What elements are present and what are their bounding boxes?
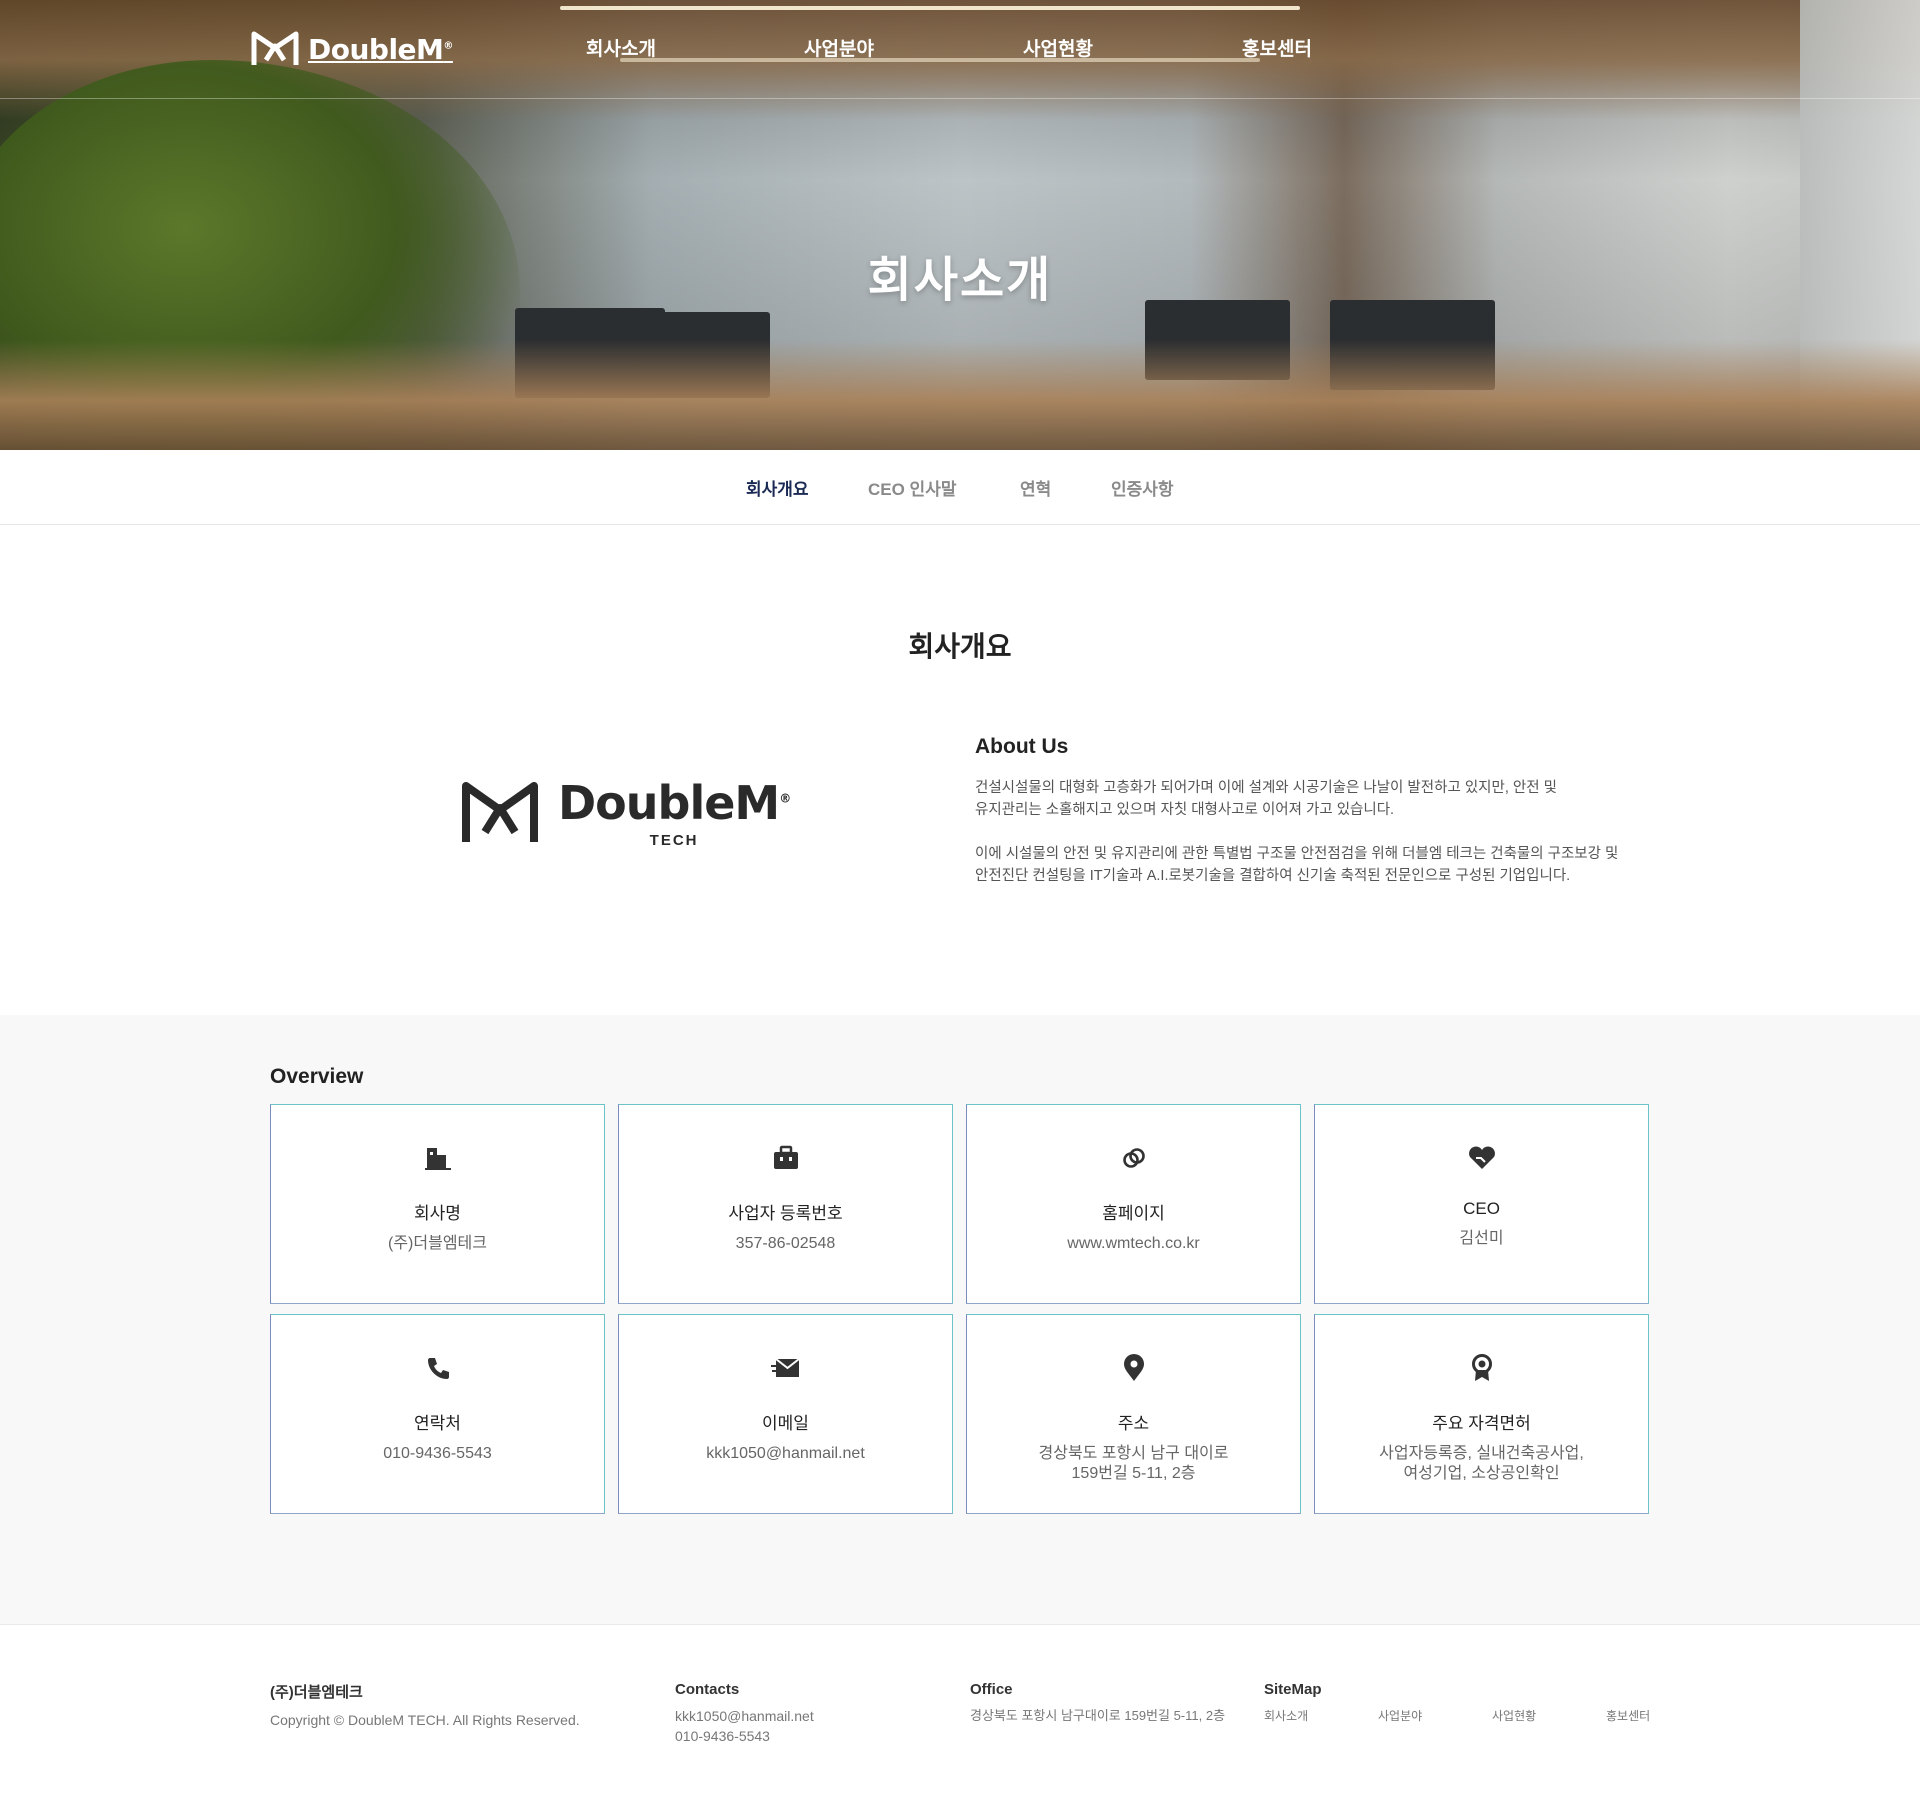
footer-sitemap-heading: SiteMap — [1264, 1681, 1322, 1698]
link-icon — [967, 1143, 1300, 1173]
card-label: 주요 자격면허 — [1432, 1414, 1531, 1433]
section-title: 회사개요 — [908, 631, 1012, 662]
menu-item-business[interactable]: 사업분야 — [804, 34, 874, 61]
sitemap-link-business[interactable]: 사업분야 — [1378, 1707, 1422, 1724]
card-value[interactable]: kkk1050@hanmail.net — [619, 1444, 952, 1464]
footer-copyright: Copyright © DoubleM TECH. All Rights Res… — [270, 1712, 580, 1728]
site-logo[interactable]: DoubleM® — [250, 30, 453, 68]
tab-certifications[interactable]: 인증사항 — [1111, 475, 1174, 500]
overview-card-address: 주소 경상북도 포항시 남구 대이로 159번길 5-11, 2층 — [966, 1314, 1301, 1514]
doublem-logo-icon — [462, 782, 538, 842]
company-logo: DoubleM® TECH — [460, 780, 791, 849]
menu-item-company[interactable]: 회사소개 — [586, 34, 656, 61]
award-icon — [1315, 1353, 1648, 1383]
about-paragraph-1: 건설시설물의 대형화 고층화가 되어가며 이에 설계와 시공기술은 나날이 발전… — [975, 780, 1557, 818]
mail-send-icon — [619, 1353, 952, 1383]
card-label: CEO — [1463, 1199, 1500, 1218]
card-label: 주소 — [1117, 1414, 1150, 1433]
footer-contacts: Contacts kkk1050@hanmail.net 010-9436-55… — [675, 1681, 814, 1746]
overview-card-homepage: 홈페이지 www.wmtech.co.kr — [966, 1104, 1301, 1304]
about-us: About Us 건설시설물의 대형화 고층화가 되어가며 이에 설계와 시공기… — [975, 735, 1675, 909]
card-value: 사업자등록증, 실내건축공사업, 여성기업, 소상공인확인 — [1379, 1445, 1584, 1482]
footer-sitemap: SiteMap 회사소개 사업분야 사업현황 홍보센터 — [1264, 1681, 1654, 1723]
top-navigation: DoubleM® 회사소개 사업분야 사업현황 홍보센터 — [0, 0, 1920, 99]
hero-floor — [0, 340, 1920, 450]
overview-card-business-number: 사업자 등록번호 357-86-02548 — [618, 1104, 953, 1304]
overview-card-ceo: CEO 김선미 — [1314, 1104, 1649, 1304]
sitemap-link-company[interactable]: 회사소개 — [1264, 1707, 1308, 1724]
card-value: 357-86-02548 — [735, 1235, 836, 1252]
location-pin-icon — [967, 1353, 1300, 1383]
site-footer: (주)더블엠테크 Copyright © DoubleM TECH. All R… — [0, 1625, 1920, 1793]
about-heading: About Us — [975, 735, 1069, 758]
logo-sub: TECH — [649, 832, 699, 849]
menu-item-pr-center[interactable]: 홍보센터 — [1242, 34, 1312, 61]
hero-title: 회사소개 — [867, 254, 1053, 307]
card-label: 연락처 — [414, 1414, 461, 1433]
overview-grid: 회사명 (주)더블엠테크 사업자 등록번호 357-86-02548 홈페이지 … — [270, 1104, 1650, 1514]
footer-company-name: (주)더블엠테크 — [270, 1684, 363, 1701]
about-paragraph-2: 이에 시설물의 안전 및 유지관리에 관한 특별법 구조물 안전점검을 위해 더… — [975, 846, 1619, 884]
doublem-logo-icon — [251, 31, 299, 65]
footer-office-address: 경상북도 포항시 남구대이로 159번길 5-11, 2층 — [970, 1708, 1226, 1723]
card-label: 사업자 등록번호 — [728, 1204, 843, 1223]
card-value: 010-9436-5543 — [383, 1445, 492, 1462]
card-value: 김선미 — [1459, 1230, 1504, 1247]
tab-ceo-greeting[interactable]: CEO 인사말 — [868, 475, 956, 500]
logo-text: DoubleM® — [308, 32, 453, 66]
card-value: (주)더블엠테크 — [388, 1235, 487, 1252]
sitemap-link-status[interactable]: 사업현황 — [1492, 1707, 1536, 1724]
footer-phone: 010-9436-5543 — [675, 1728, 770, 1744]
logo-word: DoubleM® — [558, 776, 791, 830]
overview-card-company: 회사명 (주)더블엠테크 — [270, 1104, 605, 1304]
logo-wordmark: DoubleM® TECH — [558, 780, 791, 849]
overview-card-phone: 연락처 010-9436-5543 — [270, 1314, 605, 1514]
phone-icon — [271, 1353, 604, 1383]
sitemap-link-pr-center[interactable]: 홍보센터 — [1606, 1707, 1650, 1724]
menu-item-status[interactable]: 사업현황 — [1023, 34, 1093, 61]
footer-company: (주)더블엠테크 Copyright © DoubleM TECH. All R… — [270, 1681, 580, 1730]
footer-contacts-heading: Contacts — [675, 1681, 740, 1698]
sub-tabs: 회사개요 CEO 인사말 연혁 인증사항 — [0, 450, 1920, 525]
handshake-heart-icon — [1315, 1143, 1648, 1173]
company-intro: 회사개요 DoubleM® TECH About Us 건설시설물의 대형화 고… — [0, 525, 1920, 1015]
overview-title: Overview — [270, 1065, 364, 1088]
overview-card-licenses: 주요 자격면허 사업자등록증, 실내건축공사업, 여성기업, 소상공인확인 — [1314, 1314, 1649, 1514]
briefcase-icon — [619, 1143, 952, 1173]
card-label: 홈페이지 — [1102, 1204, 1165, 1223]
footer-email[interactable]: kkk1050@hanmail.net — [675, 1706, 814, 1726]
tab-history[interactable]: 연혁 — [1020, 475, 1051, 500]
overview-section: Overview 회사명 (주)더블엠테크 사업자 등록번호 357-86-02… — [0, 1015, 1920, 1625]
hero-banner: DoubleM® 회사소개 사업분야 사업현황 홍보센터 회사소개 — [0, 0, 1920, 450]
card-label: 회사명 — [414, 1204, 461, 1223]
card-value: 경상북도 포항시 남구 대이로 159번길 5-11, 2층 — [1038, 1445, 1229, 1482]
building-icon — [271, 1143, 604, 1173]
tab-overview[interactable]: 회사개요 — [746, 475, 809, 500]
footer-office-heading: Office — [970, 1681, 1013, 1698]
card-label: 이메일 — [762, 1414, 809, 1433]
overview-card-email: 이메일 kkk1050@hanmail.net — [618, 1314, 953, 1514]
card-value[interactable]: www.wmtech.co.kr — [967, 1234, 1300, 1254]
footer-office: Office 경상북도 포항시 남구대이로 159번길 5-11, 2층 — [970, 1681, 1225, 1726]
